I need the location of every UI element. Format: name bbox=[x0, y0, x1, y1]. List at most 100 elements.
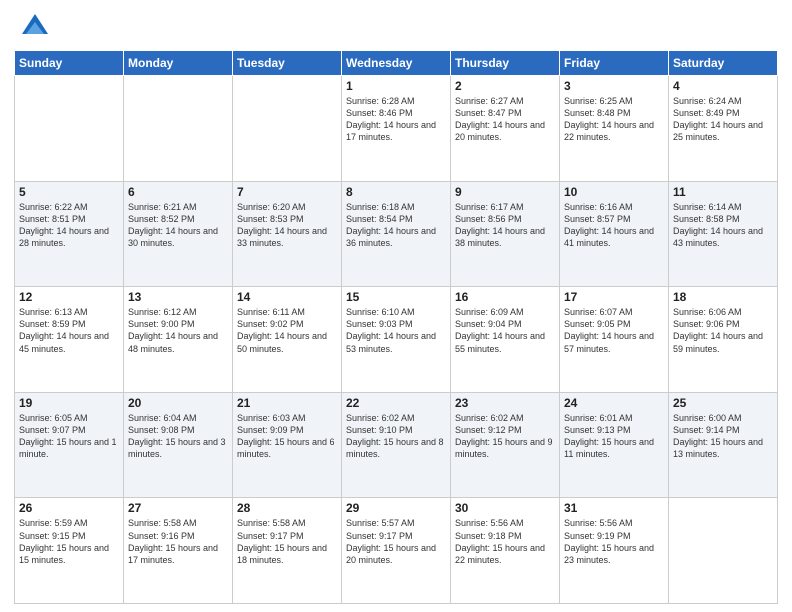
col-header-friday: Friday bbox=[560, 51, 669, 76]
day-cell: 6 Sunrise: 6:21 AM Sunset: 8:52 PM Daylig… bbox=[124, 181, 233, 287]
day-number: 18 bbox=[673, 290, 773, 304]
day-cell: 16 Sunrise: 6:09 AM Sunset: 9:04 PM Dayli… bbox=[451, 287, 560, 393]
day-cell: 17Sunrise: 6:07 AM Sunset: 9:05 PM Dayli… bbox=[560, 287, 669, 393]
day-number: 17 bbox=[564, 290, 664, 304]
day-cell: 3Sunrise: 6:25 AM Sunset: 8:48 PM Daylig… bbox=[560, 76, 669, 182]
day-number: 21 bbox=[237, 396, 337, 410]
day-info: Sunrise: 5:59 AM Sunset: 9:15 PM Dayligh… bbox=[19, 517, 119, 566]
day-cell: 19 Sunrise: 6:05 AM Sunset: 9:07 PM Dayli… bbox=[15, 392, 124, 498]
week-row-2: 5 Sunrise: 6:22 AM Sunset: 8:51 PM Daylig… bbox=[15, 181, 778, 287]
day-info: Sunrise: 6:21 AM Sunset: 8:52 PM Dayligh… bbox=[128, 201, 228, 250]
day-cell: 10 Sunrise: 6:16 AM Sunset: 8:57 PM Dayli… bbox=[560, 181, 669, 287]
day-cell: 23 Sunrise: 6:02 AM Sunset: 9:12 PM Dayli… bbox=[451, 392, 560, 498]
day-cell: 21 Sunrise: 6:03 AM Sunset: 9:09 PM Dayli… bbox=[233, 392, 342, 498]
day-info: Sunrise: 6:10 AM Sunset: 9:03 PM Dayligh… bbox=[346, 306, 446, 355]
day-number: 25 bbox=[673, 396, 773, 410]
day-number: 16 bbox=[455, 290, 555, 304]
day-cell: 22 Sunrise: 6:02 AM Sunset: 9:10 PM Dayli… bbox=[342, 392, 451, 498]
header-row: SundayMondayTuesdayWednesdayThursdayFrid… bbox=[15, 51, 778, 76]
day-info: Sunrise: 6:02 AM Sunset: 9:10 PM Dayligh… bbox=[346, 412, 446, 461]
day-cell: 24 Sunrise: 6:01 AM Sunset: 9:13 PM Dayli… bbox=[560, 392, 669, 498]
day-number: 24 bbox=[564, 396, 664, 410]
day-cell: 2 Sunrise: 6:27 AM Sunset: 8:47 PM Daylig… bbox=[451, 76, 560, 182]
day-info: Sunrise: 6:11 AM Sunset: 9:02 PM Dayligh… bbox=[237, 306, 337, 355]
day-number: 13 bbox=[128, 290, 228, 304]
day-info: Sunrise: 6:25 AM Sunset: 8:48 PM Dayligh… bbox=[564, 95, 664, 144]
day-info: Sunrise: 6:20 AM Sunset: 8:53 PM Dayligh… bbox=[237, 201, 337, 250]
day-info: Sunrise: 6:24 AM Sunset: 8:49 PM Dayligh… bbox=[673, 95, 773, 144]
day-number: 1 bbox=[346, 79, 446, 93]
day-cell: 14 Sunrise: 6:11 AM Sunset: 9:02 PM Dayli… bbox=[233, 287, 342, 393]
day-info: Sunrise: 6:22 AM Sunset: 8:51 PM Dayligh… bbox=[19, 201, 119, 250]
day-info: Sunrise: 6:00 AM Sunset: 9:14 PM Dayligh… bbox=[673, 412, 773, 461]
day-number: 22 bbox=[346, 396, 446, 410]
day-cell: 30 Sunrise: 5:56 AM Sunset: 9:18 PM Dayli… bbox=[451, 498, 560, 604]
calendar-table: SundayMondayTuesdayWednesdayThursdayFrid… bbox=[14, 50, 778, 604]
col-header-sunday: Sunday bbox=[15, 51, 124, 76]
day-info: Sunrise: 5:58 AM Sunset: 9:16 PM Dayligh… bbox=[128, 517, 228, 566]
day-number: 19 bbox=[19, 396, 119, 410]
day-info: Sunrise: 5:57 AM Sunset: 9:17 PM Dayligh… bbox=[346, 517, 446, 566]
day-number: 2 bbox=[455, 79, 555, 93]
day-number: 30 bbox=[455, 501, 555, 515]
day-number: 27 bbox=[128, 501, 228, 515]
day-cell: 27 Sunrise: 5:58 AM Sunset: 9:16 PM Dayli… bbox=[124, 498, 233, 604]
col-header-tuesday: Tuesday bbox=[233, 51, 342, 76]
day-cell: 26Sunrise: 5:59 AM Sunset: 9:15 PM Dayli… bbox=[15, 498, 124, 604]
day-info: Sunrise: 6:02 AM Sunset: 9:12 PM Dayligh… bbox=[455, 412, 555, 461]
col-header-saturday: Saturday bbox=[669, 51, 778, 76]
day-info: Sunrise: 6:28 AM Sunset: 8:46 PM Dayligh… bbox=[346, 95, 446, 144]
day-cell bbox=[233, 76, 342, 182]
day-info: Sunrise: 6:16 AM Sunset: 8:57 PM Dayligh… bbox=[564, 201, 664, 250]
day-info: Sunrise: 6:03 AM Sunset: 9:09 PM Dayligh… bbox=[237, 412, 337, 461]
day-number: 14 bbox=[237, 290, 337, 304]
day-number: 9 bbox=[455, 185, 555, 199]
day-info: Sunrise: 5:56 AM Sunset: 9:19 PM Dayligh… bbox=[564, 517, 664, 566]
day-number: 31 bbox=[564, 501, 664, 515]
col-header-monday: Monday bbox=[124, 51, 233, 76]
day-number: 6 bbox=[128, 185, 228, 199]
day-info: Sunrise: 5:58 AM Sunset: 9:17 PM Dayligh… bbox=[237, 517, 337, 566]
day-info: Sunrise: 6:14 AM Sunset: 8:58 PM Dayligh… bbox=[673, 201, 773, 250]
day-cell: 18 Sunrise: 6:06 AM Sunset: 9:06 PM Dayli… bbox=[669, 287, 778, 393]
day-number: 11 bbox=[673, 185, 773, 199]
day-info: Sunrise: 5:56 AM Sunset: 9:18 PM Dayligh… bbox=[455, 517, 555, 566]
day-cell: 20 Sunrise: 6:04 AM Sunset: 9:08 PM Dayli… bbox=[124, 392, 233, 498]
day-cell: 15 Sunrise: 6:10 AM Sunset: 9:03 PM Dayli… bbox=[342, 287, 451, 393]
day-info: Sunrise: 6:04 AM Sunset: 9:08 PM Dayligh… bbox=[128, 412, 228, 461]
day-number: 4 bbox=[673, 79, 773, 93]
day-number: 20 bbox=[128, 396, 228, 410]
day-info: Sunrise: 6:01 AM Sunset: 9:13 PM Dayligh… bbox=[564, 412, 664, 461]
day-cell: 25 Sunrise: 6:00 AM Sunset: 9:14 PM Dayli… bbox=[669, 392, 778, 498]
day-cell: 11 Sunrise: 6:14 AM Sunset: 8:58 PM Dayli… bbox=[669, 181, 778, 287]
day-number: 23 bbox=[455, 396, 555, 410]
day-number: 10 bbox=[564, 185, 664, 199]
header bbox=[0, 0, 792, 50]
logo bbox=[20, 12, 54, 42]
week-row-4: 19 Sunrise: 6:05 AM Sunset: 9:07 PM Dayli… bbox=[15, 392, 778, 498]
day-number: 8 bbox=[346, 185, 446, 199]
day-number: 29 bbox=[346, 501, 446, 515]
day-info: Sunrise: 6:05 AM Sunset: 9:07 PM Dayligh… bbox=[19, 412, 119, 461]
day-info: Sunrise: 6:13 AM Sunset: 8:59 PM Dayligh… bbox=[19, 306, 119, 355]
day-number: 28 bbox=[237, 501, 337, 515]
day-number: 7 bbox=[237, 185, 337, 199]
day-cell bbox=[124, 76, 233, 182]
day-number: 12 bbox=[19, 290, 119, 304]
day-cell: 28 Sunrise: 5:58 AM Sunset: 9:17 PM Dayli… bbox=[233, 498, 342, 604]
col-header-thursday: Thursday bbox=[451, 51, 560, 76]
day-cell: 1 Sunrise: 6:28 AM Sunset: 8:46 PM Daylig… bbox=[342, 76, 451, 182]
day-number: 15 bbox=[346, 290, 446, 304]
day-cell: 29 Sunrise: 5:57 AM Sunset: 9:17 PM Dayli… bbox=[342, 498, 451, 604]
day-cell: 13 Sunrise: 6:12 AM Sunset: 9:00 PM Dayli… bbox=[124, 287, 233, 393]
day-info: Sunrise: 6:06 AM Sunset: 9:06 PM Dayligh… bbox=[673, 306, 773, 355]
day-info: Sunrise: 6:27 AM Sunset: 8:47 PM Dayligh… bbox=[455, 95, 555, 144]
page: SundayMondayTuesdayWednesdayThursdayFrid… bbox=[0, 0, 792, 612]
day-info: Sunrise: 6:12 AM Sunset: 9:00 PM Dayligh… bbox=[128, 306, 228, 355]
logo-icon bbox=[20, 12, 50, 42]
day-cell: 8Sunrise: 6:18 AM Sunset: 8:54 PM Daylig… bbox=[342, 181, 451, 287]
day-info: Sunrise: 6:09 AM Sunset: 9:04 PM Dayligh… bbox=[455, 306, 555, 355]
day-cell bbox=[15, 76, 124, 182]
day-info: Sunrise: 6:17 AM Sunset: 8:56 PM Dayligh… bbox=[455, 201, 555, 250]
day-number: 5 bbox=[19, 185, 119, 199]
